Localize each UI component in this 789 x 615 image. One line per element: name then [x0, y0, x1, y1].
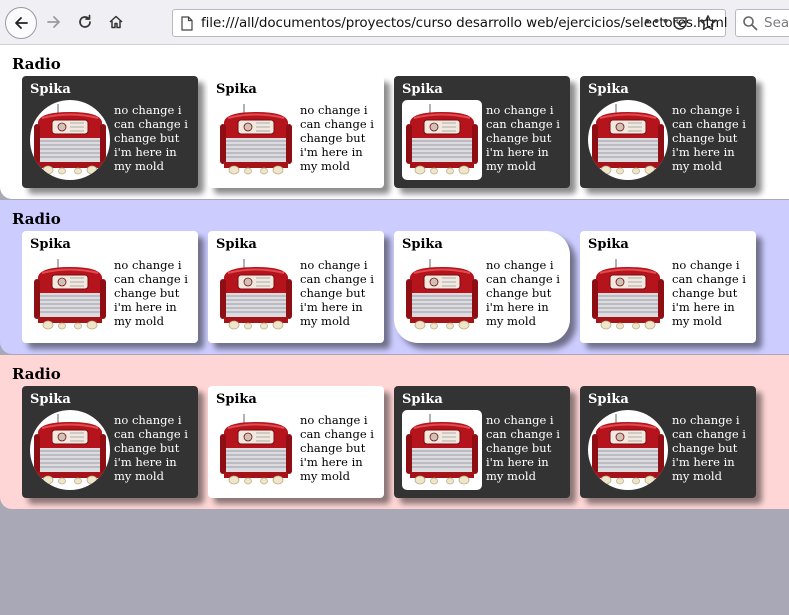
card-text: no change i can change i change but i'm … — [300, 103, 374, 173]
card-title: Spika — [402, 237, 443, 252]
radio-card: Spika no change i can change i change bu… — [208, 76, 384, 188]
card-title: Spika — [402, 82, 443, 97]
card-title: Spika — [216, 237, 257, 252]
radio-card: Spika no change i can change i change bu… — [394, 386, 570, 498]
pocket-icon[interactable] — [672, 15, 688, 31]
card-text: no change i can change i change but i'm … — [114, 258, 188, 328]
radio-image — [216, 255, 296, 335]
card-text: no change i can change i change but i'm … — [486, 413, 560, 483]
radio-card: Spika no change i can change i change bu… — [580, 231, 756, 343]
radio-section-3: Radio Spika no change i can change i cha… — [0, 355, 789, 509]
radio-card: Spika no change i can change i change bu… — [208, 231, 384, 343]
radio-card: Spika no change i can change i change bu… — [22, 76, 198, 188]
card-text: no change i can change i change but i'm … — [300, 413, 374, 483]
section-title: Radio — [12, 210, 61, 228]
radio-section-2: Radio Spika no change i can change i cha… — [0, 200, 789, 354]
radio-section-1: Radio Spika no change i can change i cha… — [0, 45, 789, 199]
card-title: Spika — [30, 82, 71, 97]
radio-image — [216, 100, 296, 180]
radio-image — [402, 100, 482, 180]
card-title: Spika — [588, 82, 629, 97]
radio-card: Spika no change i can change i change bu… — [394, 76, 570, 188]
radio-image — [30, 255, 110, 335]
radio-image — [30, 410, 110, 490]
card-text: no change i can change i change but i'm … — [672, 103, 746, 173]
card-text: no change i can change i change but i'm … — [672, 413, 746, 483]
card-title: Spika — [216, 392, 257, 407]
radio-image — [588, 100, 668, 180]
radio-image — [402, 410, 482, 490]
card-text: no change i can change i change but i'm … — [672, 258, 746, 328]
home-icon — [109, 15, 123, 29]
more-icon[interactable]: ••• — [643, 14, 671, 30]
search-icon — [743, 16, 758, 31]
card-title: Spika — [588, 392, 629, 407]
card-title: Spika — [216, 82, 257, 97]
card-title: Spika — [588, 237, 629, 252]
radio-card: Spika no change i can change i change bu… — [22, 386, 198, 498]
radio-card: Spika no change i can change i change bu… — [580, 76, 756, 188]
back-button[interactable] — [5, 7, 37, 39]
radio-card: Spika no change i can change i change bu… — [394, 231, 570, 343]
reload-button[interactable] — [71, 8, 99, 36]
radio-card: Spika no change i can change i change bu… — [22, 231, 198, 343]
page-icon — [181, 16, 193, 31]
radio-image — [402, 255, 482, 335]
card-text: no change i can change i change but i'm … — [300, 258, 374, 328]
radio-card: Spika no change i can change i change bu… — [580, 386, 756, 498]
radio-image — [216, 410, 296, 490]
browser-toolbar: file:///all/documentos/proyectos/curso d… — [0, 0, 789, 45]
radio-image — [588, 255, 668, 335]
card-text: no change i can change i change but i'm … — [114, 103, 188, 173]
card-title: Spika — [30, 237, 71, 252]
card-title: Spika — [402, 392, 443, 407]
search-bar[interactable]: Search — [735, 9, 789, 37]
card-text: no change i can change i change but i'm … — [486, 103, 560, 173]
section-title: Radio — [12, 55, 61, 73]
section-title: Radio — [12, 365, 61, 383]
card-title: Spika — [30, 392, 71, 407]
radio-card: Spika no change i can change i change bu… — [208, 386, 384, 498]
card-text: no change i can change i change but i'm … — [114, 413, 188, 483]
card-text: no change i can change i change but i'm … — [486, 258, 560, 328]
back-arrow-icon — [15, 17, 28, 29]
reload-icon — [79, 14, 91, 28]
bookmark-star-icon[interactable] — [699, 14, 717, 32]
radio-image — [588, 410, 668, 490]
url-bar[interactable]: file:///all/documentos/proyectos/curso d… — [172, 9, 728, 37]
forward-button[interactable] — [40, 8, 68, 36]
forward-arrow-icon — [47, 16, 60, 28]
search-placeholder: Search — [764, 15, 789, 31]
radio-image — [30, 100, 110, 180]
home-button[interactable] — [102, 8, 130, 36]
